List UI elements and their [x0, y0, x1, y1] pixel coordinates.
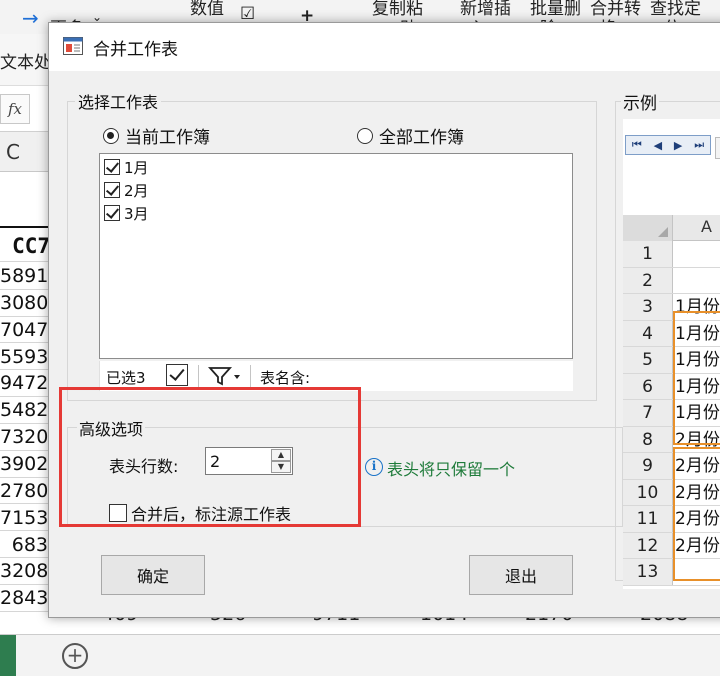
sheet-tab-indicator [0, 635, 16, 676]
exit-button[interactable]: 退出 [469, 555, 573, 595]
sheet-checkbox[interactable] [104, 205, 120, 221]
data-cell[interactable]: 7047 [0, 317, 50, 344]
preview-row-number: 11 [623, 506, 673, 532]
jan-group-highlight [673, 311, 720, 445]
selected-count: 已选3 [106, 369, 146, 387]
select-all-checkbox[interactable] [166, 364, 188, 386]
preview-row-number: 2 [623, 267, 673, 293]
preview-row-number: 1 [623, 241, 673, 267]
next-sheet-icon[interactable]: ▶ [674, 139, 682, 152]
example-preview: ⏮ ◀ ▶ ⏭ A 1 2 3 1月份 4 1月份 5 1月份 6 1月份 7 1月份 8 2月份 9 2月份… [623, 119, 720, 589]
preview-row-number: 10 [623, 479, 673, 505]
prev-sheet-icon[interactable]: ◀ [654, 139, 662, 152]
radio-all-workbooks-label: 全部工作簿 [379, 128, 464, 148]
data-cell[interactable]: 7153 [0, 505, 50, 532]
preview-col-a: A [701, 217, 712, 236]
data-cell[interactable]: 5482 [0, 397, 50, 424]
sheet-item-label: 1月 [124, 158, 149, 177]
data-cell[interactable]: 2843 [0, 585, 50, 612]
preview-row: 1 [623, 241, 720, 268]
ok-button[interactable]: 确定 [101, 555, 205, 595]
filter-funnel-icon[interactable] [208, 365, 242, 387]
preview-row-number: 5 [623, 347, 673, 373]
name-contains-input[interactable] [376, 363, 448, 389]
toolbar-strip: 文本处 [0, 34, 51, 86]
preview-row-number: 8 [623, 426, 673, 452]
radio-all-workbooks[interactable]: 全部工作簿 [357, 123, 464, 148]
preview-row-number: 12 [623, 532, 673, 558]
cell-cc7[interactable]: CC7 [0, 226, 50, 262]
header-rows-label: 表头行数: [109, 457, 179, 476]
arrow-right-icon[interactable]: → [22, 6, 39, 30]
sheet-item-feb[interactable]: 2月 [104, 179, 149, 201]
mark-source-option[interactable]: 合并后，标注源工作表 [109, 501, 291, 525]
data-cell[interactable]: 3080 [0, 290, 50, 317]
mark-source-checkbox[interactable] [109, 504, 127, 522]
data-cell[interactable]: 9472 [0, 370, 50, 398]
dialog-titlebar[interactable]: 合并工作表 [49, 23, 720, 71]
radio-selected-icon [103, 127, 119, 144]
preview-row-number: 7 [623, 400, 673, 426]
header-info-text: 表头将只保留一个 [387, 460, 516, 479]
add-sheet-icon[interactable]: + [62, 643, 88, 669]
toolbar-divider [198, 365, 199, 387]
data-cell[interactable]: 5593 [0, 344, 50, 371]
radio-unselected-icon [357, 127, 373, 144]
mark-source-label: 合并后，标注源工作表 [131, 505, 292, 524]
data-cell[interactable]: 7320 [0, 424, 50, 451]
sheet-item-mar[interactable]: 3月 [104, 202, 149, 224]
preview-sheet-tab [715, 137, 720, 159]
preview-column-header: A [623, 215, 720, 241]
merge-sheet-app-icon [63, 37, 83, 55]
example-label: 示例 [621, 89, 659, 114]
preview-row-number: 13 [623, 559, 673, 585]
preview-row-number: 6 [623, 373, 673, 399]
format-brush-icon[interactable]: ☑ [240, 4, 255, 24]
merge-worksheets-dialog: 合并工作表 选择工作表 当前工作簿 全部工作簿 1月 2月 3月 已选3 表名含… [48, 22, 720, 618]
select-all-corner [623, 215, 673, 241]
sheet-item-jan[interactable]: 1月 [104, 156, 149, 178]
header-rows-input[interactable] [206, 448, 268, 474]
preview-row: 2 [623, 267, 720, 294]
preview-row-number: 3 [623, 294, 673, 320]
sheet-nav-buttons: ⏮ ◀ ▶ ⏭ [625, 135, 711, 155]
toolbar-divider [250, 365, 251, 387]
sheet-checkbox[interactable] [104, 182, 120, 198]
feb-group-highlight [673, 447, 720, 581]
data-cell[interactable]: 3208 [0, 558, 50, 586]
stepper-down-icon[interactable]: ▼ [271, 461, 291, 473]
radio-current-workbook[interactable]: 当前工作簿 [103, 123, 210, 148]
info-icon: i [365, 458, 383, 476]
sheet-item-label: 2月 [124, 181, 149, 200]
column-header-c[interactable]: C [0, 132, 50, 172]
sheet-list[interactable]: 1月 2月 3月 [99, 153, 573, 359]
data-cell[interactable]: 5891 [0, 263, 50, 290]
formula-bar: fx [0, 86, 50, 132]
preview-row-number: 4 [623, 320, 673, 346]
first-sheet-icon[interactable]: ⏮ [632, 138, 642, 152]
data-cell[interactable]: 2780 [0, 478, 50, 505]
header-rows-stepper[interactable]: ▲ ▼ [205, 447, 293, 475]
data-cell[interactable]: 683 [0, 532, 50, 559]
select-sheets-group-label: 选择工作表 [75, 89, 162, 113]
number-format-button[interactable]: 数值 [190, 0, 224, 19]
name-contains-label: 表名含: [260, 369, 311, 387]
last-sheet-icon[interactable]: ⏭ [694, 138, 704, 152]
preview-row-number: 9 [623, 453, 673, 479]
data-cell[interactable]: 3902 [0, 451, 50, 478]
stepper-up-icon[interactable]: ▲ [271, 449, 291, 461]
sheet-checkbox[interactable] [104, 159, 120, 175]
radio-current-workbook-label: 当前工作簿 [125, 128, 210, 148]
sheet-item-label: 3月 [124, 204, 149, 223]
fx-icon[interactable]: fx [0, 94, 30, 124]
text-tool-label[interactable]: 文本处 [0, 48, 51, 73]
sheet-tab-bar: + [0, 634, 720, 676]
dialog-title: 合并工作表 [93, 40, 178, 60]
